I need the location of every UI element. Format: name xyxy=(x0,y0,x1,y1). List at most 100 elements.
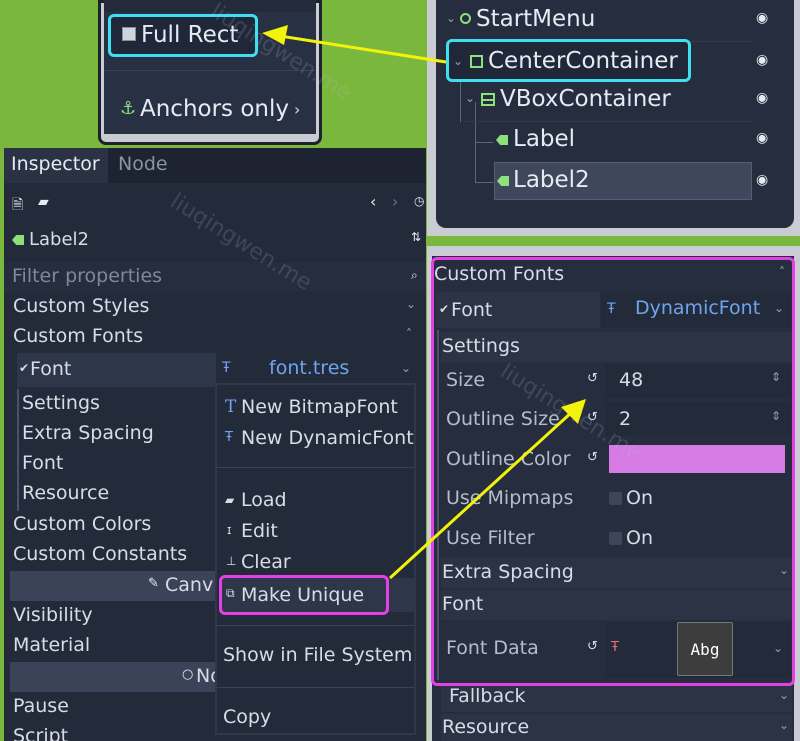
pause-section[interactable]: Pause xyxy=(4,693,214,722)
custom-fonts-label: Custom Fonts xyxy=(13,325,144,347)
extra-spacing-subsection[interactable]: Extra Spacing xyxy=(22,420,212,449)
make-unique-highlight xyxy=(219,575,389,615)
new-resource-icon[interactable]: 🗎 xyxy=(12,194,23,218)
nested-indent-line xyxy=(17,389,19,511)
tree-node-startmenu[interactable]: ⌄ StartMenu ◉ xyxy=(446,6,786,36)
anchor-icon: ⚓ xyxy=(120,98,137,119)
custom-colors-section[interactable]: Custom Colors xyxy=(4,511,214,540)
tab-inspector[interactable]: Inspector xyxy=(4,148,108,183)
menu-item-label: New BitmapFont xyxy=(241,396,398,418)
filter-placeholder: Filter properties xyxy=(12,265,163,287)
menu-item-label: Clear xyxy=(241,551,291,573)
node-category[interactable]: ○ No xyxy=(10,662,222,692)
script-section[interactable]: Script xyxy=(4,723,214,741)
canvas-item-label: Canv xyxy=(165,574,214,596)
edit-icon: ɪ xyxy=(227,523,232,537)
font-property-row[interactable]: ✔ Font xyxy=(17,353,216,387)
label-node-icon xyxy=(12,235,24,245)
collapse-arrow-icon: ⌄ xyxy=(465,91,476,105)
menu-item-clear[interactable]: ⊥ Clear xyxy=(221,550,411,578)
custom-colors-label: Custom Colors xyxy=(13,513,152,535)
custom-fonts-section[interactable]: Custom Fonts ˄ xyxy=(4,323,426,352)
menu-item-label: Edit xyxy=(241,520,278,542)
visibility-eye-icon[interactable]: ◉ xyxy=(756,130,768,146)
chevron-down-icon: ⌄ xyxy=(779,688,790,702)
history-icon[interactable]: ◷ xyxy=(414,194,424,208)
menu-separator xyxy=(217,467,414,468)
clear-icon: ⊥ xyxy=(226,554,237,568)
tree-connector xyxy=(475,182,493,183)
menu-item-new-bitmapfont[interactable]: T New BitmapFont xyxy=(221,395,411,423)
menu-item-copy[interactable]: Copy xyxy=(221,705,411,733)
custom-styles-label: Custom Styles xyxy=(13,295,150,317)
tab-node[interactable]: Node xyxy=(108,148,178,183)
visibility-eye-icon[interactable]: ◉ xyxy=(756,52,768,68)
material-section[interactable]: Material xyxy=(4,632,214,661)
font-resource-picker[interactable]: Ŧ font.tres ⌄ xyxy=(216,353,416,387)
collapse-arrow-icon: ⌄ xyxy=(446,11,457,25)
visibility-eye-icon[interactable]: ◉ xyxy=(756,90,768,106)
menu-item-load[interactable]: ▰ Load xyxy=(221,488,411,516)
search-icon: ⌕ xyxy=(411,268,418,282)
fallback-subsection[interactable]: Fallback ⌄ xyxy=(441,684,792,712)
chevron-up-icon: ˄ xyxy=(406,327,412,341)
label-node-icon xyxy=(497,176,509,186)
tree-node-label2[interactable]: Label2 xyxy=(494,162,752,200)
visibility-eye-icon[interactable]: ◉ xyxy=(756,10,768,26)
fallback-label: Fallback xyxy=(449,685,526,707)
history-forward-icon[interactable]: › xyxy=(392,192,398,211)
filter-properties-input[interactable]: Filter properties ⌕ xyxy=(4,262,426,292)
tree-node-label: VBoxContainer xyxy=(500,86,671,112)
custom-fonts-highlight xyxy=(431,257,795,686)
tree-row-divider xyxy=(465,121,752,122)
canvas-item-category[interactable]: ✎ Canv xyxy=(10,571,216,601)
tree-node-vboxcontainer[interactable]: ⌄ VBoxContainer ◉ xyxy=(465,86,785,116)
menu-item-label: New DynamicFont xyxy=(241,427,414,449)
chevron-down-icon: ⌄ xyxy=(779,718,790,732)
custom-styles-section[interactable]: Custom Styles ⌄ xyxy=(4,293,426,322)
pencil-icon: ✎ xyxy=(148,576,159,591)
resource-subsection[interactable]: Resource ⌄ xyxy=(441,714,792,741)
menu-item-new-dynamicfont[interactable]: Ŧ New DynamicFont xyxy=(221,426,414,454)
menu-separator xyxy=(217,625,414,626)
tree-node-centercontainer[interactable]: ⌄ CenterContainer xyxy=(446,39,691,82)
centercontainer-icon xyxy=(470,55,483,68)
anchors-only-item[interactable]: ⚓ Anchors only › xyxy=(118,96,308,126)
tree-node-label: CenterContainer xyxy=(488,48,678,74)
visibility-eye-icon[interactable]: ◉ xyxy=(756,172,768,188)
menu-item-show-in-file-system[interactable]: Show in File System xyxy=(221,643,413,671)
font-property-label: Font xyxy=(30,358,72,380)
bitmapfont-icon: T xyxy=(225,397,237,417)
menu-item-edit[interactable]: ɪ Edit xyxy=(221,519,411,547)
resource-subsection[interactable]: Resource xyxy=(22,480,212,509)
resource-label: Resource xyxy=(442,716,530,738)
node-circle-icon: ○ xyxy=(182,667,194,682)
full-rect-icon xyxy=(122,27,136,41)
anchors-only-label: Anchors only xyxy=(140,96,290,122)
vboxcontainer-icon xyxy=(481,93,495,106)
material-label: Material xyxy=(13,634,91,656)
resource-label: Resource xyxy=(22,482,110,504)
tree-node-text: Label xyxy=(513,126,576,152)
checked-icon: ✔ xyxy=(19,361,30,375)
menu-separator xyxy=(217,687,414,688)
tree-node-label[interactable]: Label ◉ xyxy=(494,126,784,156)
menu-item-label: Load xyxy=(241,489,287,511)
node-name: Label2 xyxy=(29,229,90,250)
open-folder-icon[interactable]: ▰ xyxy=(38,194,49,210)
custom-constants-section[interactable]: Custom Constants xyxy=(4,541,214,570)
menu-item-label: Show in File System xyxy=(223,644,413,666)
visibility-section[interactable]: Visibility xyxy=(4,602,214,631)
folder-icon: ▰ xyxy=(225,493,235,507)
settings-subsection[interactable]: Settings xyxy=(22,390,212,419)
tree-node-text: Label2 xyxy=(513,167,590,193)
history-back-icon[interactable]: ‹ xyxy=(370,192,376,211)
settings-label: Settings xyxy=(22,392,100,414)
chevron-right-icon: › xyxy=(294,100,301,119)
resource-context-menu: T New BitmapFont Ŧ New DynamicFont ▰ Loa… xyxy=(215,383,416,735)
visibility-label: Visibility xyxy=(13,604,93,626)
script-label: Script xyxy=(13,725,69,741)
font-subsection[interactable]: Font xyxy=(22,450,212,479)
dynamicfont-icon: Ŧ xyxy=(225,430,233,445)
object-properties-icon[interactable]: ⇅ xyxy=(411,230,421,244)
